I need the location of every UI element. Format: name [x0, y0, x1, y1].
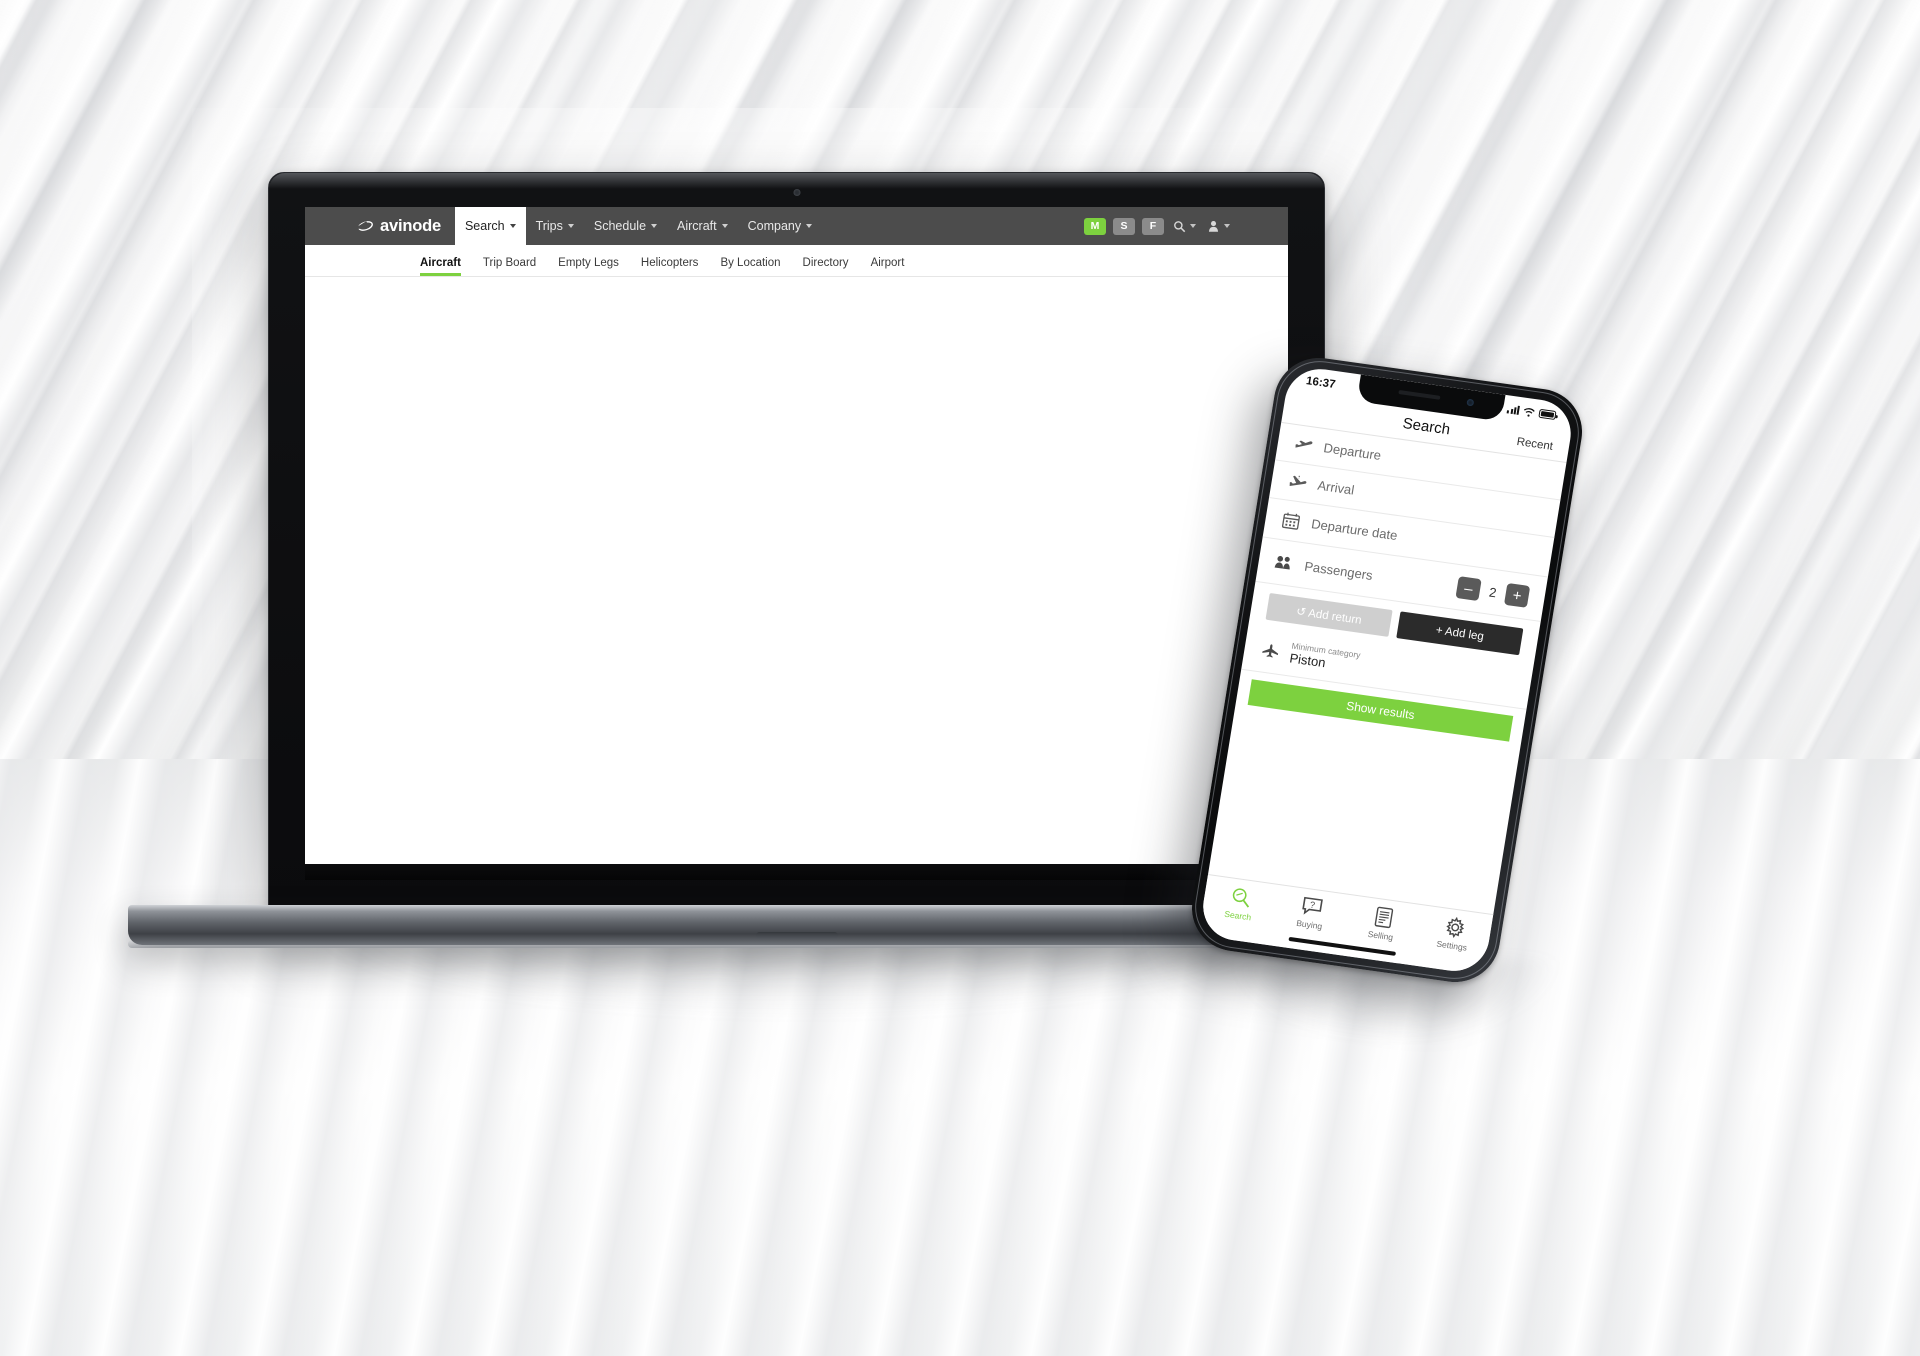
- tab-search[interactable]: Search: [1201, 882, 1278, 926]
- tab-buying[interactable]: ? Buying: [1273, 892, 1350, 935]
- browser-viewport: avinode Search Trips Schedule Aircraft C…: [305, 207, 1288, 864]
- account-menu-button[interactable]: [1205, 219, 1232, 233]
- calendar-icon: [1280, 511, 1302, 530]
- global-search-button[interactable]: [1171, 220, 1198, 233]
- subnav-item-by-location[interactable]: By Location: [709, 257, 791, 276]
- avinode-logo[interactable]: avinode: [357, 207, 455, 245]
- wifi-icon: [1524, 407, 1535, 417]
- phone-passengers-stepper: – 2 +: [1455, 576, 1531, 608]
- passengers-decrement-button[interactable]: –: [1455, 576, 1482, 602]
- user-avatar-icon: [1208, 221, 1219, 232]
- subnav-item-directory[interactable]: Directory: [792, 257, 860, 276]
- cellular-signal-icon: [1507, 404, 1520, 415]
- avinode-wordmark: avinode: [380, 216, 441, 235]
- tab-selling[interactable]: Selling: [1344, 902, 1421, 946]
- phone-arrival-label: Arrival: [1316, 477, 1356, 498]
- magnifier-icon: [1174, 220, 1186, 232]
- gear-icon: [1445, 916, 1464, 939]
- departure-plane-icon: [1293, 436, 1314, 452]
- device-list-icon: [1374, 906, 1393, 929]
- nav-item-aircraft[interactable]: Aircraft: [667, 207, 738, 245]
- plane-icon: [1260, 642, 1281, 658]
- passengers-increment-button[interactable]: +: [1503, 582, 1531, 608]
- nav-item-trips[interactable]: Trips: [526, 207, 584, 245]
- scene: avinode Search Trips Schedule Aircraft C…: [0, 0, 1920, 1356]
- passengers-icon: [1274, 554, 1295, 570]
- min-category-text: Minimum category Piston: [1288, 641, 1361, 675]
- chevron-down-icon: [1190, 224, 1196, 228]
- question-bubble-icon: ?: [1302, 896, 1323, 915]
- top-navigation-bar: avinode Search Trips Schedule Aircraft C…: [305, 207, 1288, 245]
- chip-marketplace[interactable]: M: [1084, 217, 1106, 235]
- chevron-down-icon: [721, 224, 728, 228]
- phone-passengers-label: Passengers: [1303, 558, 1374, 583]
- laptop-webcam-icon: [793, 189, 800, 196]
- chevron-down-icon: [651, 224, 658, 228]
- status-time: 16:37: [1305, 374, 1337, 391]
- status-icons: [1507, 404, 1557, 421]
- tab-search-label: Search: [1223, 908, 1252, 923]
- secondary-navigation-bar: Aircraft Trip Board Empty Legs Helicopte…: [305, 245, 1288, 277]
- nav-item-aircraft-label: Aircraft: [677, 219, 717, 233]
- chevron-down-icon: [567, 224, 574, 228]
- search-icon: [1232, 888, 1249, 908]
- primary-nav-items: Search Trips Schedule Aircraft Company: [454, 207, 823, 245]
- nav-item-company-label: Company: [747, 219, 802, 233]
- arrival-plane-icon: [1287, 474, 1308, 491]
- subnav-item-airport[interactable]: Airport: [860, 257, 916, 276]
- chevron-down-icon: [509, 224, 516, 228]
- subnav-item-aircraft[interactable]: Aircraft: [409, 257, 472, 276]
- screen-hinge-shadow: [305, 864, 1288, 880]
- passengers-value: 2: [1488, 584, 1498, 600]
- nav-item-search[interactable]: Search: [454, 207, 526, 245]
- subnav-item-trip-board[interactable]: Trip Board: [472, 257, 547, 276]
- tab-buying-label: Buying: [1295, 917, 1323, 932]
- laptop-device: avinode Search Trips Schedule Aircraft C…: [128, 172, 1465, 948]
- chevron-down-icon: [1224, 224, 1230, 228]
- tab-settings[interactable]: Settings: [1415, 912, 1492, 956]
- phone-departure-label: Departure: [1322, 440, 1383, 464]
- subnav-item-empty-legs[interactable]: Empty Legs: [547, 257, 630, 276]
- nav-right-cluster: M S F: [1084, 207, 1288, 245]
- tab-settings-label: Settings: [1435, 938, 1468, 953]
- nav-item-schedule-label: Schedule: [593, 219, 647, 233]
- laptop-lid: avinode Search Trips Schedule Aircraft C…: [268, 172, 1325, 917]
- chevron-down-icon: [806, 224, 813, 228]
- add-leg-button[interactable]: + Add leg: [1396, 611, 1524, 656]
- add-return-button[interactable]: ↺ Add return: [1265, 592, 1393, 637]
- phone-departure-date-label: Departure date: [1310, 516, 1399, 544]
- chip-schedaero[interactable]: S: [1113, 217, 1135, 235]
- nav-item-trips-label: Trips: [535, 219, 563, 233]
- nav-item-schedule[interactable]: Schedule: [584, 207, 667, 245]
- subnav-item-helicopters[interactable]: Helicopters: [630, 257, 710, 276]
- battery-icon: [1538, 408, 1557, 421]
- avinode-swoosh-icon: [357, 221, 373, 231]
- chip-fleet[interactable]: F: [1142, 217, 1164, 235]
- tab-selling-label: Selling: [1367, 928, 1394, 943]
- nav-item-company[interactable]: Company: [738, 207, 823, 245]
- svg-text:?: ?: [1309, 900, 1316, 911]
- nav-item-search-label: Search: [464, 219, 505, 233]
